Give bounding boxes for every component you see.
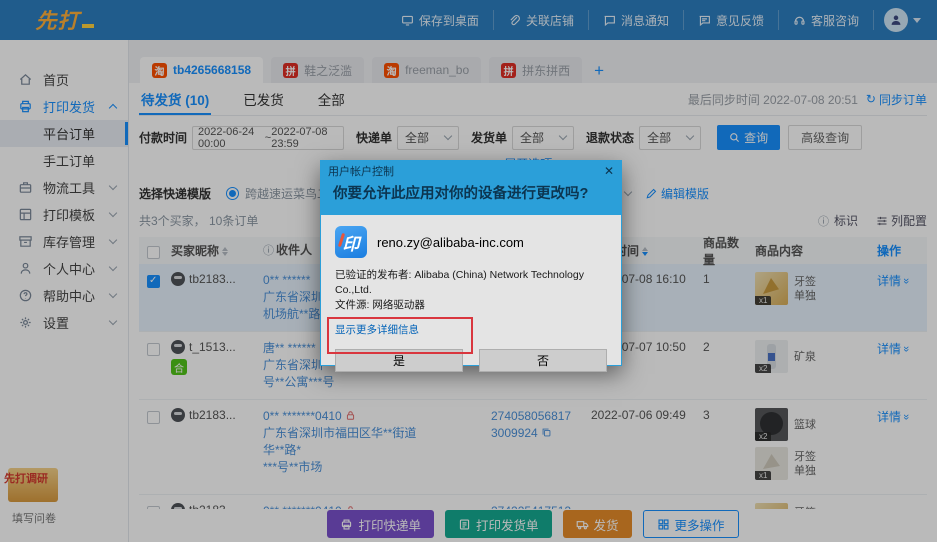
uac-yes-button[interactable]: 是 (335, 349, 463, 372)
uac-dialog: 用户帐户控制 ✕ 你要允许此应用对你的设备进行更改吗? 印 reno.zy@al… (320, 160, 622, 366)
close-icon[interactable]: ✕ (604, 165, 614, 177)
app-icon-glyph: 印 (343, 230, 360, 255)
uac-body: 印 reno.zy@alibaba-inc.com 已验证的发布者: Aliba… (321, 215, 621, 372)
app-icon: 印 (335, 226, 367, 258)
app-window: 先打 保存到桌面 关联店铺 消息通知 意见反馈 客服咨询 (0, 0, 937, 542)
uac-file-source: 文件源: 网络驱动器 (335, 298, 607, 313)
uac-show-details-link[interactable]: 显示更多详细信息 (335, 322, 607, 337)
uac-app-name: reno.zy@alibaba-inc.com (377, 235, 524, 250)
uac-no-button[interactable]: 否 (479, 349, 607, 372)
uac-question: 你要允许此应用对你的设备进行更改吗? (321, 180, 621, 215)
uac-publisher: 已验证的发布者: Alibaba (China) Network Technol… (335, 268, 607, 298)
uac-title: 用户帐户控制 (328, 163, 394, 179)
uac-title-bar: 用户帐户控制 ✕ (321, 161, 621, 180)
